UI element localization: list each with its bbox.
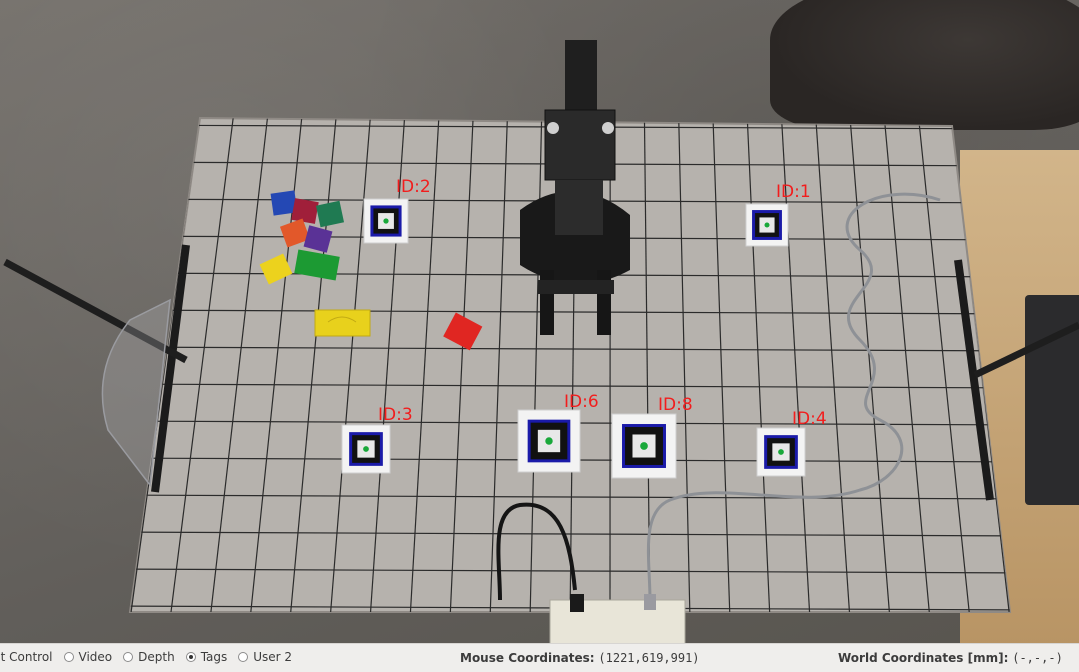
mode-user-2[interactable]: User 2: [238, 650, 292, 664]
tag-center-dot: [778, 449, 784, 455]
world-coordinates-value: (-,-,-): [1012, 651, 1063, 665]
world-coordinates: World Coordinates [mm]: (-,-,-): [838, 651, 1063, 665]
mode-label: Tags: [200, 650, 228, 664]
tag-id-label: ID:3: [378, 405, 413, 425]
power-plug: [570, 594, 584, 612]
mode-video[interactable]: Video: [63, 650, 113, 664]
arch-block: [314, 309, 371, 337]
radio-video[interactable]: [63, 652, 74, 662]
camera-viewport[interactable]: ID:2 ID:1 ID:3 ID:6 ID:8 ID:4: [0, 0, 1079, 643]
tag-id-label: ID:2: [396, 177, 431, 197]
usb-plug: [644, 594, 656, 610]
mode-label: Video: [78, 650, 113, 664]
status-bar: ct Control Video Depth Tags User 2 Mouse…: [0, 643, 1079, 672]
mode-label: Depth: [138, 650, 175, 664]
right-support: [973, 321, 1079, 379]
workspace-scene: ID:2 ID:1 ID:3 ID:6 ID:8 ID:4: [3, 40, 1079, 643]
tag-center-dot: [363, 446, 369, 452]
mode-label: User 2: [253, 650, 293, 664]
cube-icon: [291, 198, 319, 224]
radio-user-2[interactable]: [238, 652, 249, 662]
radio-tags[interactable]: [185, 652, 196, 662]
tag-id-label: ID:6: [564, 392, 599, 412]
tag-center-dot: [640, 442, 648, 450]
tag-id-label: ID:4: [792, 409, 827, 429]
tag-id-label: ID:1: [776, 182, 811, 202]
tag-center-dot: [764, 222, 770, 228]
mouse-coordinates-label: Mouse Coordinates:: [460, 651, 595, 665]
radio-depth[interactable]: [123, 652, 134, 662]
tag-center-dot: [545, 437, 553, 445]
tag-id-label: ID:8: [658, 395, 693, 415]
world-coordinates-label: World Coordinates [mm]:: [838, 651, 1009, 665]
mode-label: ct Control: [0, 650, 53, 664]
mode-tags[interactable]: Tags: [185, 650, 228, 664]
tag-center-dot: [383, 218, 389, 224]
mouse-coordinates-value: (1221,619,991): [598, 651, 700, 665]
view-mode-radio-group: ct Control Video Depth Tags User 2: [0, 650, 303, 664]
mode-ct-control[interactable]: ct Control: [0, 650, 53, 664]
mouse-coordinates: Mouse Coordinates: (1221,619,991): [460, 651, 700, 665]
mode-depth[interactable]: Depth: [123, 650, 175, 664]
